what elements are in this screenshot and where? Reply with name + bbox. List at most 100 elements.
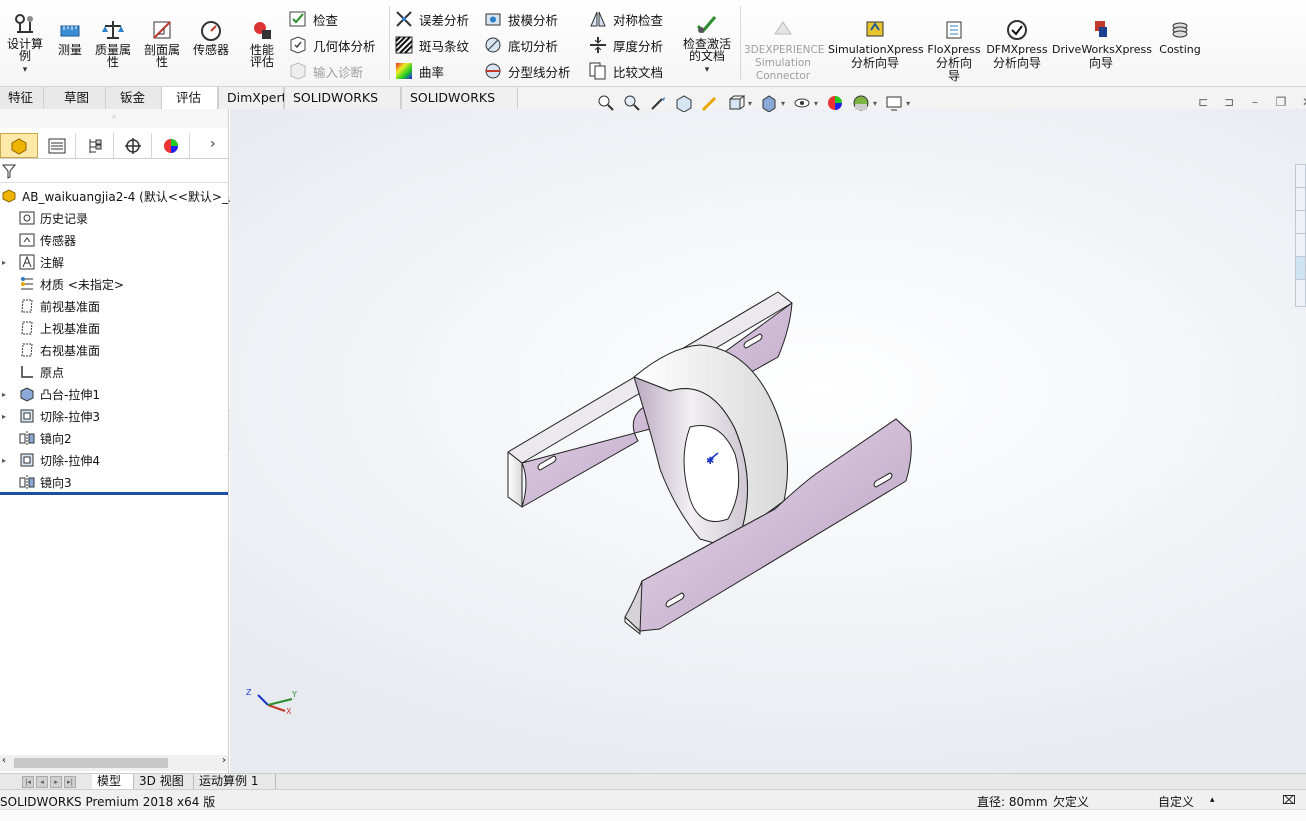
chevron-down-icon[interactable]: ▾ [748, 99, 752, 108]
appearances-icon[interactable] [1296, 257, 1305, 280]
simulation-connector-button[interactable]: 3DEXPERIENCE Simulation Connector [744, 18, 824, 82]
tree-item[interactable]: ▸ 切除-拉伸4 [0, 449, 100, 471]
tree-item[interactable]: ▸ 切除-拉伸3 [0, 405, 100, 427]
undercut-analysis-button[interactable]: 底切分析 [484, 35, 558, 55]
tree-item[interactable]: 右视基准面 [0, 339, 100, 361]
section-view-icon[interactable] [673, 93, 695, 113]
home-icon[interactable] [1296, 165, 1305, 188]
tab-evaluate[interactable]: 评估 [162, 87, 218, 109]
geometry-analysis-button[interactable]: 几何体分析 [289, 35, 376, 55]
scrollbar-thumb[interactable] [14, 758, 168, 768]
panel-grip[interactable]: ◦ [0, 109, 228, 128]
check-active-document-button[interactable]: 检查激活的文档 ▾ [678, 12, 736, 76]
panel-left-icon[interactable]: ⊏ [1190, 95, 1216, 109]
dynamic-annotation-icon[interactable] [699, 93, 721, 113]
tab-solidworks-mbd[interactable]: SOLIDWORKS MBD [401, 87, 518, 126]
design-study-button[interactable]: 设计算例 ▾ [4, 12, 46, 76]
mass-properties-button[interactable]: 质量属性 [90, 18, 136, 68]
expand-arrow-icon[interactable]: ▸ [2, 456, 10, 465]
draft-analysis-button[interactable]: 拔模分析 [484, 9, 558, 29]
tab-propertymanager[interactable] [38, 133, 76, 158]
previous-view-icon[interactable] [647, 93, 669, 113]
deviation-analysis-button[interactable]: 误差分析 [395, 9, 469, 29]
scroll-left-icon[interactable]: ‹ [2, 755, 6, 766]
section-properties-button[interactable]: 剖面属性 [139, 18, 185, 68]
tab-dimxpertmanager[interactable] [114, 133, 152, 158]
panel-right-icon[interactable]: ⊐ [1216, 95, 1242, 109]
design-library-icon[interactable] [1296, 188, 1305, 211]
minimize-icon[interactable]: – [1242, 95, 1268, 109]
display-style-icon[interactable] [758, 93, 780, 113]
next-tab-icon[interactable]: ▸ [50, 776, 62, 788]
tab-configurationmanager[interactable] [76, 133, 114, 158]
tree-item[interactable]: 镜向3 [0, 471, 72, 493]
hide-show-items-icon[interactable] [791, 93, 813, 113]
import-diagnostics-button[interactable]: 输入诊断 [289, 61, 363, 81]
first-tab-icon[interactable]: |◂ [22, 776, 34, 788]
symmetry-check-button[interactable]: 对称检查 [589, 9, 663, 29]
filter-icon[interactable] [2, 164, 16, 179]
horizontal-scrollbar[interactable]: ‹ › [0, 755, 228, 771]
tab-sketch[interactable]: 草图 [44, 87, 106, 109]
tree-item[interactable]: 前视基准面 [0, 295, 100, 317]
parting-line-analysis-button[interactable]: 分型线分析 [484, 61, 571, 81]
tree-item[interactable]: 上视基准面 [0, 317, 100, 339]
tree-item[interactable]: 历史记录 [0, 207, 88, 229]
edit-appearance-icon[interactable] [824, 93, 846, 113]
rebuild-icon[interactable]: ⌧ [1282, 793, 1296, 807]
view-palette-icon[interactable] [1296, 234, 1305, 257]
tab-motion-study[interactable]: 运动算例 1 [194, 774, 276, 790]
rollback-bar[interactable] [0, 492, 228, 495]
check-button[interactable]: 检查 [289, 9, 338, 29]
tab-sheet-metal[interactable]: 钣金 [106, 87, 162, 109]
dropdown-arrow-icon[interactable]: ▾ [4, 64, 46, 76]
last-tab-icon[interactable]: ▸| [64, 776, 76, 788]
tree-item[interactable]: 传感器 [0, 229, 76, 251]
curvature-button[interactable]: 曲率 [395, 61, 444, 81]
scroll-right-icon[interactable]: › [222, 755, 226, 766]
tab-features[interactable]: 特征 [0, 87, 44, 109]
dropdown-arrow-icon[interactable]: ▾ [678, 64, 736, 76]
costing-button[interactable]: Costing [1156, 18, 1204, 56]
simulationxpress-button[interactable]: SimulationXpress 分析向导 [828, 18, 924, 69]
apply-scene-icon[interactable] [850, 93, 872, 113]
chevron-down-icon[interactable]: ▾ [814, 99, 818, 108]
floxpress-button[interactable]: FloXpress 分析向 导 [926, 18, 982, 82]
thickness-analysis-button[interactable]: 厚度分析 [589, 35, 663, 55]
expand-arrow-icon[interactable]: ▸ [2, 258, 10, 267]
chevron-down-icon[interactable]: ▾ [906, 99, 910, 108]
view-settings-icon[interactable] [883, 93, 905, 113]
expand-arrow-icon[interactable]: ▸ [2, 412, 10, 421]
zoom-to-area-icon[interactable] [621, 93, 643, 113]
expand-arrow-icon[interactable]: ▸ [2, 390, 10, 399]
tab-solidworks-addins[interactable]: SOLIDWORKS 插件 [284, 87, 401, 126]
sensor-button[interactable]: 传感器 [189, 18, 233, 56]
tree-item[interactable]: 材质 <未指定> [0, 273, 124, 295]
chevron-right-icon[interactable]: › [210, 136, 216, 152]
compare-documents-button[interactable]: 比较文档 [589, 61, 663, 81]
file-explorer-icon[interactable] [1296, 211, 1305, 234]
prev-tab-icon[interactable]: ◂ [36, 776, 48, 788]
unit-system[interactable]: 自定义 [1158, 793, 1194, 810]
dfmxpress-button[interactable]: DFMXpress 分析向导 [986, 18, 1048, 69]
tab-featuremanager[interactable] [0, 133, 38, 158]
chevron-down-icon[interactable]: ▾ [873, 99, 877, 108]
chevron-down-icon[interactable]: ▾ [781, 99, 785, 108]
measure-button[interactable]: 测量 [54, 18, 86, 56]
performance-evaluation-button[interactable]: 性能评估 [240, 18, 284, 68]
close-icon[interactable]: ✕ [1294, 95, 1306, 109]
tree-root-part[interactable]: AB_waikuangjia2-4 (默认<<默认>_显 [0, 185, 240, 207]
tree-item[interactable]: ▸ 注解 [0, 251, 64, 273]
restore-icon[interactable]: ❐ [1268, 95, 1294, 109]
custom-properties-icon[interactable] [1296, 280, 1305, 303]
model-viewport[interactable]: ✱ Z Y X [230, 109, 1306, 773]
tree-item[interactable]: 原点 [0, 361, 64, 383]
tree-item[interactable]: ▸ 凸台-拉伸1 [0, 383, 100, 405]
tab-3d-view[interactable]: 3D 视图 [134, 774, 194, 790]
graphics-area[interactable]: ✱ Z Y X [230, 109, 1306, 773]
view-orientation-icon[interactable] [725, 93, 747, 113]
chevron-up-icon[interactable]: ▴ [1210, 795, 1215, 805]
zoom-to-fit-icon[interactable] [595, 93, 617, 113]
driveworksxpress-button[interactable]: DriveWorksXpress 向导 [1052, 18, 1152, 69]
tab-dimxpert[interactable]: DimXpert [218, 87, 287, 109]
